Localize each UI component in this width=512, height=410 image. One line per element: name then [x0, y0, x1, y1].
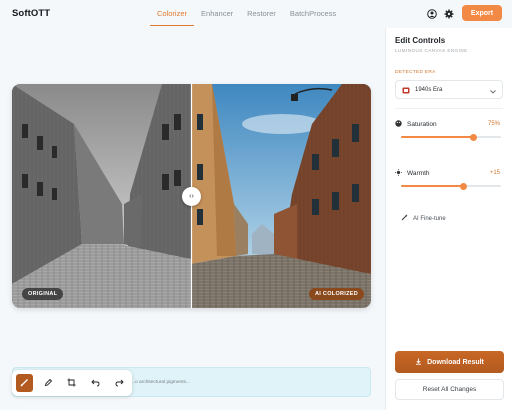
saturation-label: Saturation [395, 120, 437, 129]
gear-icon[interactable] [443, 8, 454, 19]
tab-enhancer[interactable]: Enhancer [194, 0, 240, 26]
saturation-value: 75% [487, 121, 500, 127]
original-badge: ORIGINAL [22, 288, 64, 300]
tab-batchprocess[interactable]: BatchProcess [283, 0, 343, 26]
detected-era-label: DETECTED ERA [395, 70, 436, 75]
saturation-fill [401, 136, 473, 138]
user-icon[interactable] [426, 8, 437, 19]
undo-tool[interactable] [87, 374, 104, 392]
ai-colorized-badge: AI COLORIZED [309, 288, 365, 300]
brush-tool[interactable] [16, 374, 33, 392]
top-bar: SoftOTT Colorizer Enhancer Restorer Batc… [0, 0, 512, 28]
tab-colorizer[interactable]: Colorizer [150, 0, 195, 26]
tab-restorer[interactable]: Restorer [240, 0, 283, 26]
drawing-toolbar [12, 370, 132, 396]
header-icons [426, 8, 454, 19]
download-icon [415, 358, 422, 367]
warmth-text: Warmth [407, 170, 430, 177]
palette-icon [395, 120, 402, 129]
saturation-slider[interactable] [401, 133, 501, 141]
ai-fine-tune-label: AI Fine-tune [413, 215, 446, 222]
saturation-text: Saturation [407, 121, 437, 128]
undo-icon [91, 374, 100, 392]
app-logo: SoftOTT [12, 8, 51, 19]
prompt-text: ...o architectural pigments... [131, 380, 190, 385]
warmth-slider[interactable] [401, 182, 501, 190]
panel-subtitle: LUMINOUS CANVAS ENGINE [395, 48, 468, 53]
film-icon [402, 81, 410, 99]
download-result-button[interactable]: Download Result [395, 351, 504, 373]
brush-icon [20, 374, 29, 392]
pen-tool[interactable] [40, 374, 57, 392]
divider [395, 108, 503, 109]
redo-icon [115, 374, 124, 392]
magic-wand-icon [401, 214, 408, 223]
warmth-knob[interactable] [459, 182, 467, 190]
era-select[interactable]: 1940s Era [395, 80, 503, 99]
split-slider-handle[interactable]: ‹› [182, 187, 201, 206]
download-label: Download Result [427, 358, 484, 366]
reset-all-button[interactable]: Reset All Changes [395, 379, 504, 400]
edit-controls-panel: Edit Controls LUMINOUS CANVAS ENGINE DET… [385, 28, 512, 410]
crop-tool[interactable] [64, 374, 81, 392]
warmth-value: +15 [489, 170, 500, 176]
chevron-down-icon [490, 81, 496, 99]
export-button[interactable]: Export [462, 5, 502, 21]
sun-icon [395, 169, 402, 178]
warmth-fill [401, 185, 463, 187]
pen-icon [44, 374, 53, 392]
ai-fine-tune-option[interactable]: AI Fine-tune [401, 214, 446, 223]
crop-icon [67, 374, 76, 392]
split-arrows-icon: ‹› [189, 193, 194, 200]
warmth-label: Warmth [395, 169, 430, 178]
panel-title: Edit Controls [395, 36, 446, 45]
main-nav: Colorizer Enhancer Restorer BatchProcess [150, 0, 343, 27]
era-value: 1940s Era [415, 86, 443, 93]
redo-tool[interactable] [111, 374, 128, 392]
saturation-knob[interactable] [469, 133, 477, 141]
